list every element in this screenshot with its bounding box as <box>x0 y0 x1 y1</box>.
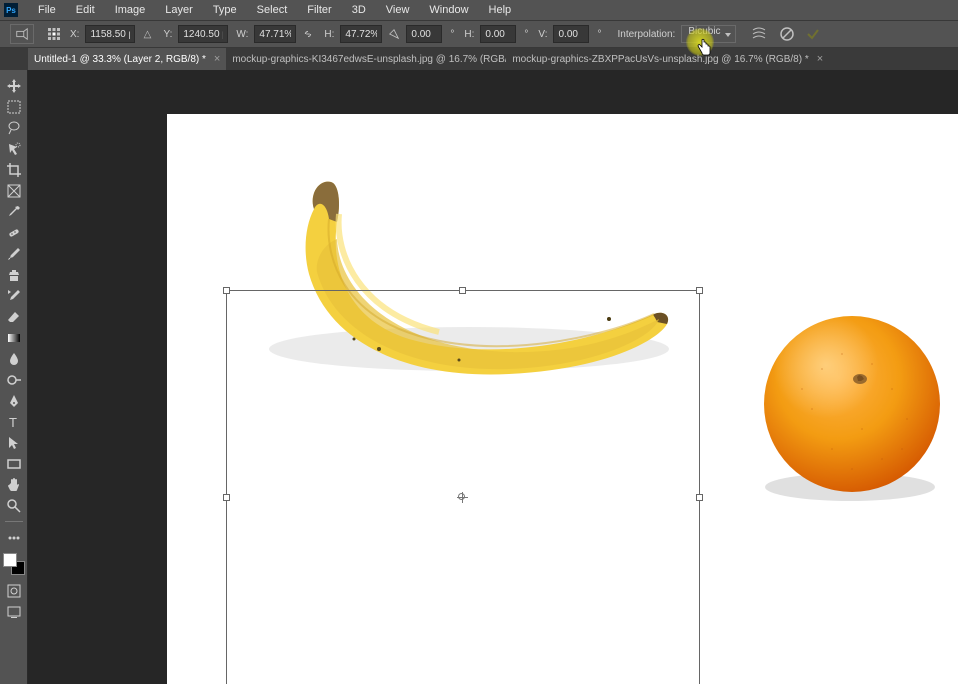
deg3: ° <box>597 29 601 40</box>
skew-h-input[interactable] <box>480 25 516 43</box>
tab-close-icon[interactable]: × <box>214 53 220 65</box>
tab-title: mockup-graphics-KI3467edwsE-unsplash.jpg… <box>232 54 516 65</box>
skew-h-label: H: <box>464 29 474 40</box>
menu-file[interactable]: File <box>28 1 66 19</box>
type-tool-icon[interactable]: T <box>3 412 25 431</box>
banana-image <box>259 164 679 404</box>
tab-title: Untitled-1 @ 33.3% (Layer 2, RGB/8) * <box>34 54 206 65</box>
y-label: Y: <box>163 29 172 40</box>
orange-image <box>752 309 952 509</box>
document-tab[interactable]: mockup-graphics-KI3467edwsE-unsplash.jpg… <box>226 48 506 70</box>
path-select-tool-icon[interactable] <box>3 433 25 452</box>
tool-preset-picker[interactable] <box>10 24 34 44</box>
work-area: T <box>0 70 958 684</box>
menu-bar: Ps File Edit Image Layer Type Select Fil… <box>0 0 958 20</box>
pen-tool-icon[interactable] <box>3 391 25 410</box>
warp-mode-icon[interactable] <box>750 25 768 43</box>
rotate-icon[interactable] <box>386 26 402 42</box>
blur-tool-icon[interactable] <box>3 349 25 368</box>
frame-tool-icon[interactable] <box>3 181 25 200</box>
rotation-input[interactable] <box>406 25 442 43</box>
dodge-tool-icon[interactable] <box>3 370 25 389</box>
cancel-transform-icon[interactable] <box>778 25 796 43</box>
svg-text:T: T <box>9 415 17 430</box>
screenmode-icon[interactable] <box>3 602 25 621</box>
canvas-area[interactable] <box>28 70 958 684</box>
marquee-tool-icon[interactable] <box>3 97 25 116</box>
move-tool-icon[interactable] <box>3 76 25 95</box>
healing-tool-icon[interactable] <box>3 223 25 242</box>
menu-layer[interactable]: Layer <box>155 1 203 19</box>
menu-view[interactable]: View <box>376 1 420 19</box>
clone-tool-icon[interactable] <box>3 265 25 284</box>
w-label: W: <box>236 29 248 40</box>
tab-close-icon[interactable]: × <box>817 53 823 65</box>
menu-filter[interactable]: Filter <box>297 1 341 19</box>
y-input[interactable] <box>178 25 228 43</box>
menu-3d[interactable]: 3D <box>342 1 376 19</box>
interp-label: Interpolation: <box>617 29 675 40</box>
x-input[interactable] <box>85 25 135 43</box>
quick-select-tool-icon[interactable] <box>3 139 25 158</box>
skew-v-label: V: <box>538 29 547 40</box>
delta-icon[interactable]: △ <box>139 26 155 42</box>
reference-point-icon[interactable] <box>46 26 62 42</box>
toolbar-divider <box>5 521 23 522</box>
cursor-icon <box>696 38 712 59</box>
document-tab[interactable]: mockup-graphics-ZBXPPacUsVs-unsplash.jpg… <box>506 48 786 70</box>
w-input[interactable] <box>254 25 296 43</box>
deg2: ° <box>524 29 528 40</box>
document-canvas[interactable] <box>167 114 958 684</box>
h-label: H: <box>324 29 334 40</box>
link-icon[interactable] <box>300 26 316 42</box>
lasso-tool-icon[interactable] <box>3 118 25 137</box>
eraser-tool-icon[interactable] <box>3 307 25 326</box>
edit-toolbar-icon[interactable] <box>3 528 25 547</box>
menu-edit[interactable]: Edit <box>66 1 105 19</box>
hand-tool-icon[interactable] <box>3 475 25 494</box>
color-swatches[interactable] <box>3 553 25 575</box>
rectangle-tool-icon[interactable] <box>3 454 25 473</box>
tab-title: mockup-graphics-ZBXPPacUsVs-unsplash.jpg… <box>512 54 808 65</box>
app-logo-icon: Ps <box>4 3 18 17</box>
skew-v-input[interactable] <box>553 25 589 43</box>
document-tab[interactable]: Untitled-1 @ 33.3% (Layer 2, RGB/8) * × <box>28 48 226 70</box>
foreground-color-swatch[interactable] <box>3 553 17 567</box>
brush-tool-icon[interactable] <box>3 244 25 263</box>
menu-type[interactable]: Type <box>203 1 247 19</box>
tools-panel: T <box>0 70 28 684</box>
menu-image[interactable]: Image <box>105 1 156 19</box>
quickmask-icon[interactable] <box>3 581 25 600</box>
gradient-tool-icon[interactable] <box>3 328 25 347</box>
eyedropper-tool-icon[interactable] <box>3 202 25 221</box>
history-brush-tool-icon[interactable] <box>3 286 25 305</box>
zoom-tool-icon[interactable] <box>3 496 25 515</box>
menu-select[interactable]: Select <box>247 1 298 19</box>
h-input[interactable] <box>340 25 382 43</box>
menu-help[interactable]: Help <box>479 1 522 19</box>
options-bar: X: △ Y: W: H: ° H: ° V: ° Interpolation:… <box>0 20 958 48</box>
deg1: ° <box>450 29 454 40</box>
document-tab-bar: Untitled-1 @ 33.3% (Layer 2, RGB/8) * × … <box>0 48 958 70</box>
crop-tool-icon[interactable] <box>3 160 25 179</box>
commit-transform-icon[interactable] <box>804 25 822 43</box>
menu-window[interactable]: Window <box>419 1 478 19</box>
x-label: X: <box>70 29 79 40</box>
